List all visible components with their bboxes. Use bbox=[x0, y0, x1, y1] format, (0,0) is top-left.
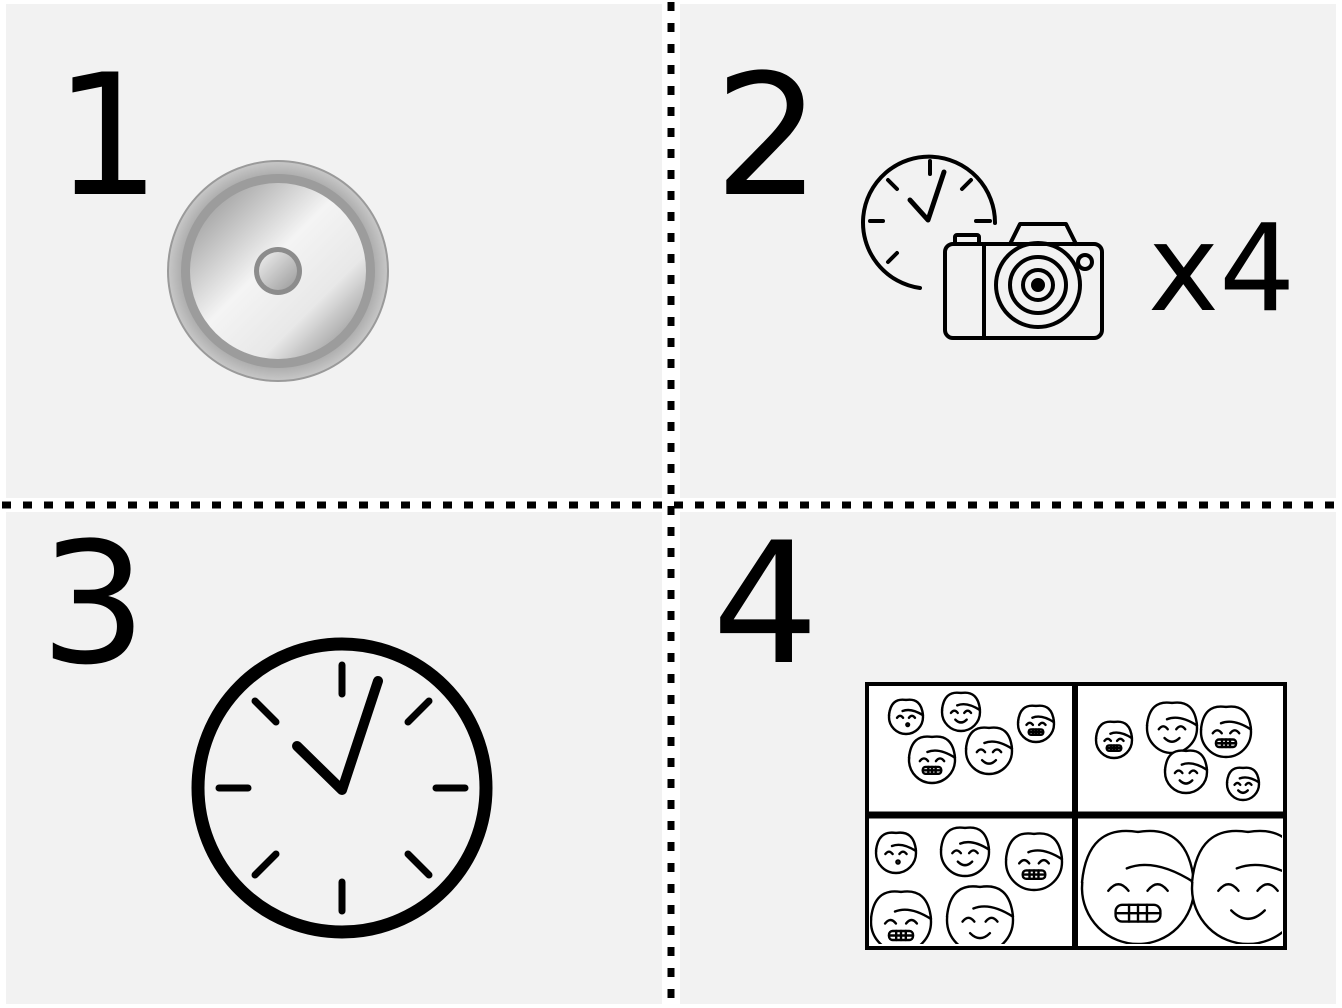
instruction-diagram: 1 2 3 4 x4 bbox=[0, 0, 1342, 1008]
step-3-number: 3 bbox=[40, 506, 147, 702]
timer-camera-icon bbox=[861, 154, 1104, 340]
face-icon bbox=[1225, 766, 1261, 802]
face-icon bbox=[1004, 832, 1064, 892]
step-4-number: 4 bbox=[712, 506, 819, 702]
face-icon bbox=[1016, 704, 1056, 744]
photo-count-label: x4 bbox=[1148, 200, 1296, 339]
small-clock-icon bbox=[861, 154, 998, 290]
photo-collage-icon bbox=[865, 682, 1287, 950]
button-icon bbox=[167, 160, 389, 382]
face-icon bbox=[1094, 720, 1134, 760]
face-icon bbox=[939, 826, 991, 878]
face-icon bbox=[1163, 749, 1209, 795]
face-icon bbox=[964, 726, 1014, 776]
face-icon bbox=[907, 735, 957, 785]
face-icon bbox=[945, 885, 1015, 944]
face-icon bbox=[874, 831, 918, 875]
step-1-number: 1 bbox=[54, 38, 161, 234]
face-icon bbox=[1190, 829, 1282, 944]
face-icon bbox=[1199, 705, 1253, 759]
face-icon bbox=[1145, 701, 1199, 755]
step-2-number: 2 bbox=[714, 38, 821, 234]
face-icon bbox=[870, 890, 933, 944]
clock-icon bbox=[191, 637, 493, 939]
face-icon bbox=[887, 698, 925, 736]
camera-icon bbox=[943, 222, 1104, 340]
graphics-layer bbox=[2, 2, 1340, 1006]
face-icon bbox=[1080, 829, 1196, 944]
face-icon bbox=[940, 691, 982, 733]
